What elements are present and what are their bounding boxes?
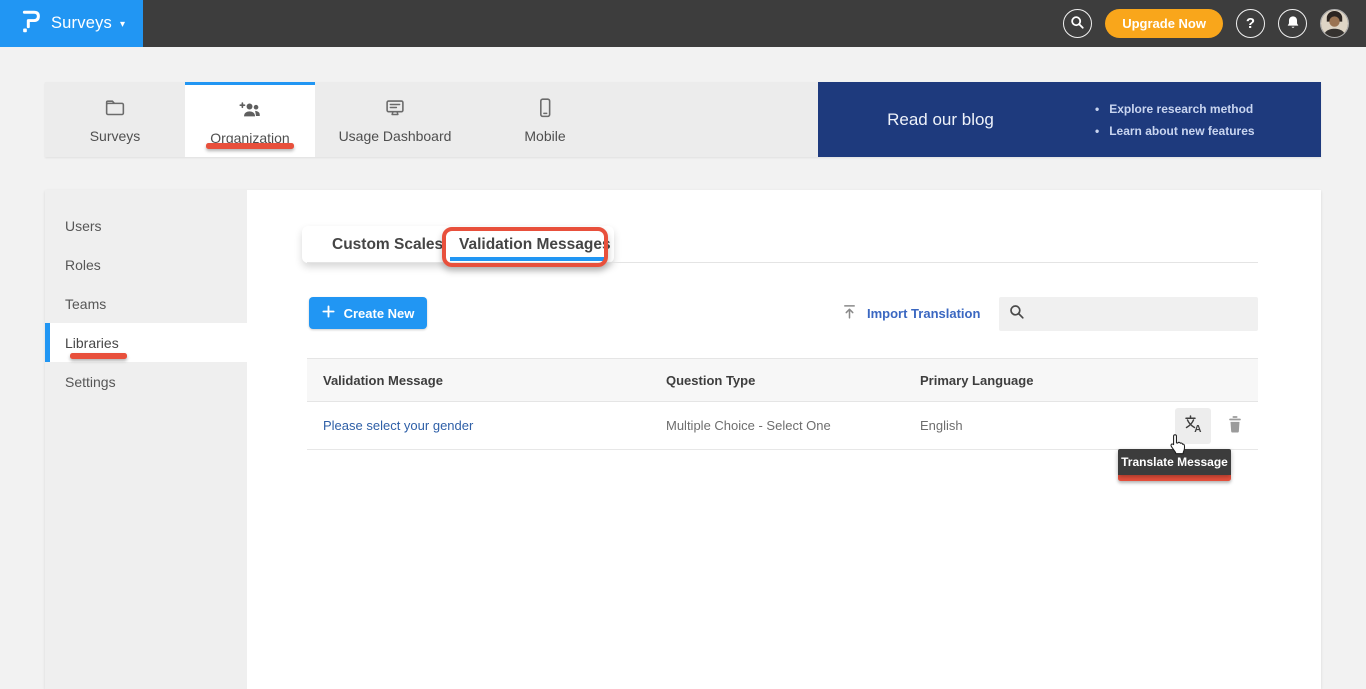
svg-text:A: A — [1194, 424, 1201, 435]
nav-tab-surveys[interactable]: Surveys — [45, 82, 185, 157]
create-new-button[interactable]: Create New — [309, 297, 427, 329]
top-bar: Surveys ▾ Upgrade Now ? — [0, 0, 1366, 47]
nav-tab-label: Usage Dashboard — [339, 128, 452, 144]
blog-banner[interactable]: Read our blog Explore research method Le… — [818, 82, 1321, 157]
table-row: Please select your gender Multiple Choic… — [307, 402, 1258, 450]
question-mark-icon: ? — [1246, 15, 1255, 32]
sidebar-item-libraries[interactable]: Libraries — [45, 323, 247, 362]
main-panel: Users Roles Teams Libraries Settings Cus… — [45, 190, 1321, 689]
content-area: Custom Scales Validation Messages Create… — [247, 190, 1321, 689]
validation-messages-table: Validation Message Question Type Primary… — [307, 358, 1258, 450]
module-nav: Surveys Organization — [45, 82, 1321, 157]
nav-tab-mobile[interactable]: Mobile — [475, 82, 615, 157]
notifications-button[interactable] — [1278, 9, 1307, 38]
nav-tab-usage-dashboard[interactable]: Usage Dashboard — [315, 82, 475, 157]
question-type-cell: Multiple Choice - Select One — [666, 418, 920, 433]
tab-custom-scales[interactable]: Custom Scales — [332, 236, 443, 254]
dashboard-board-icon — [382, 95, 408, 121]
tab-validation-messages[interactable]: Validation Messages — [459, 236, 611, 254]
sidebar-item-settings[interactable]: Settings — [45, 362, 247, 401]
topbar-actions: Upgrade Now ? — [1063, 9, 1366, 38]
import-translation-link[interactable]: Import Translation — [841, 297, 980, 329]
sidebar-item-roles[interactable]: Roles — [45, 245, 247, 284]
upload-icon — [841, 302, 858, 325]
nav-tab-organization[interactable]: Organization — [185, 82, 315, 157]
active-tab-indicator — [450, 257, 607, 261]
product-switcher-label: Surveys — [51, 14, 112, 33]
nav-tab-label: Surveys — [90, 128, 141, 144]
plus-icon — [322, 305, 335, 321]
column-header-question-type: Question Type — [666, 373, 920, 388]
bell-icon — [1286, 15, 1300, 33]
annotation-underline-tooltip — [1118, 475, 1231, 481]
blog-bullet-list: Explore research method Learn about new … — [1095, 102, 1255, 138]
product-switcher[interactable]: Surveys ▾ — [0, 0, 143, 47]
column-header-validation-message: Validation Message — [323, 373, 666, 388]
blog-bullet-item: Explore research method — [1095, 102, 1255, 116]
sidebar-item-teams[interactable]: Teams — [45, 284, 247, 323]
primary-language-cell: English A — [920, 408, 1258, 444]
import-translation-label: Import Translation — [867, 306, 980, 321]
table-header-row: Validation Message Question Type Primary… — [307, 358, 1258, 402]
search-input[interactable] — [1033, 297, 1258, 331]
questionpro-logo-icon — [18, 7, 43, 40]
annotation-underline-libraries — [70, 353, 127, 359]
search-icon — [1070, 15, 1085, 33]
annotation-underline-organization — [206, 143, 294, 149]
group-add-icon — [236, 97, 264, 123]
search-button[interactable] — [1063, 9, 1092, 38]
create-new-label: Create New — [344, 306, 415, 321]
delete-message-button[interactable] — [1226, 414, 1244, 437]
column-header-primary-language: Primary Language — [920, 373, 1258, 388]
search-icon — [1009, 304, 1025, 325]
user-avatar[interactable] — [1320, 9, 1349, 38]
blog-title: Read our blog — [818, 110, 1063, 130]
table-search-box — [999, 297, 1258, 331]
primary-language-value: English — [920, 418, 963, 433]
nav-tab-label: Mobile — [524, 128, 565, 144]
tabs-divider — [307, 262, 1258, 263]
upgrade-now-button[interactable]: Upgrade Now — [1105, 9, 1223, 38]
sidebar-item-users[interactable]: Users — [45, 206, 247, 245]
folder-icon — [102, 95, 128, 121]
sidebar: Users Roles Teams Libraries Settings — [45, 190, 247, 689]
smartphone-icon — [532, 95, 558, 121]
blog-bullet-item: Learn about new features — [1095, 124, 1255, 138]
validation-message-link[interactable]: Please select your gender — [323, 418, 666, 433]
trash-icon — [1226, 414, 1244, 437]
chevron-down-icon: ▾ — [120, 19, 125, 30]
hand-cursor-icon — [1167, 433, 1187, 460]
help-button[interactable]: ? — [1236, 9, 1265, 38]
